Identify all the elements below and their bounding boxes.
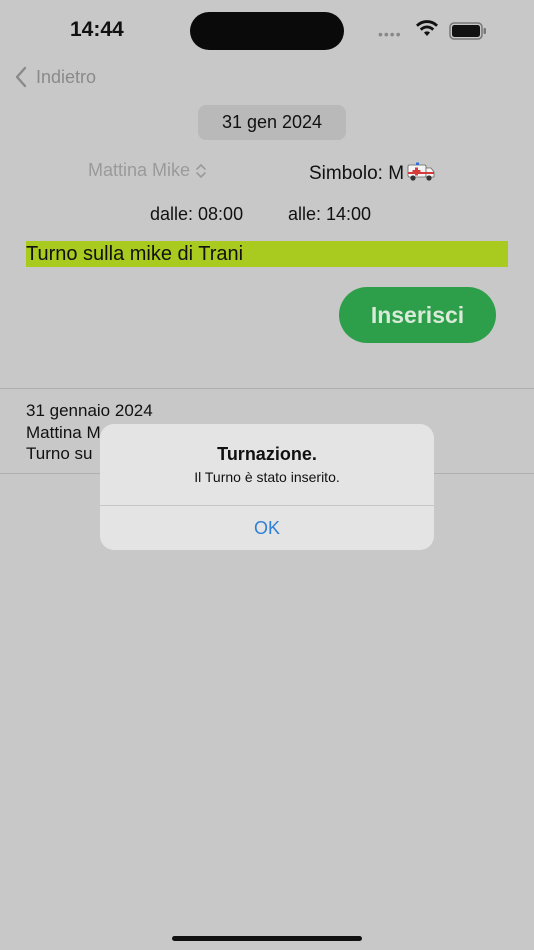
home-indicator[interactable]	[172, 936, 362, 941]
alert-message: Il Turno è stato inserito.	[194, 469, 340, 485]
alert-title: Turnazione.	[217, 444, 317, 464]
alert-ok-button[interactable]: OK	[100, 506, 434, 550]
alert-dialog: Turnazione. Il Turno è stato inserito. O…	[100, 424, 434, 550]
